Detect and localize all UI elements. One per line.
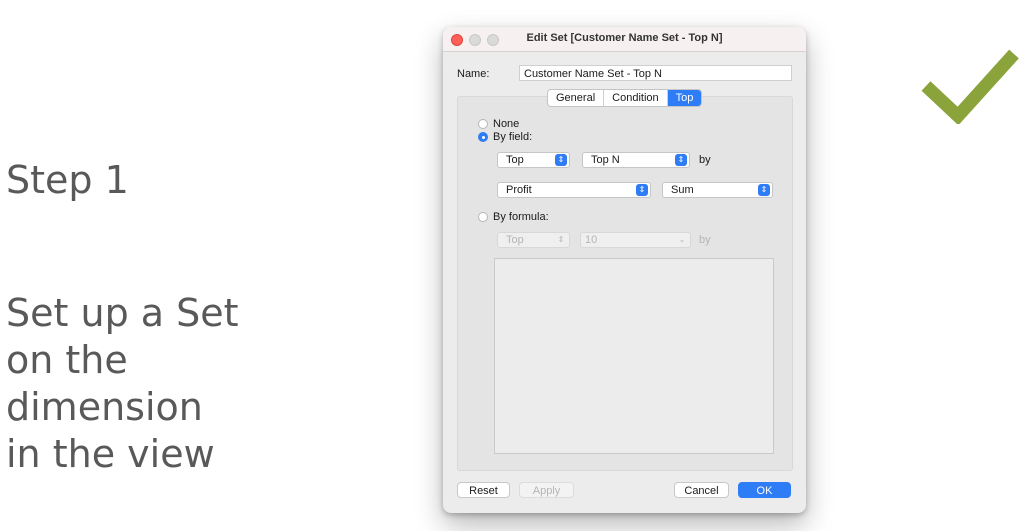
option-by-formula[interactable]: By formula: bbox=[478, 211, 549, 223]
name-label: Name: bbox=[457, 68, 490, 80]
formula-by-label: by bbox=[699, 234, 711, 246]
option-none[interactable]: None bbox=[478, 118, 519, 130]
formula-editor bbox=[494, 258, 774, 454]
description-line: dimension bbox=[6, 385, 203, 429]
radio-by-formula[interactable] bbox=[478, 212, 488, 222]
by-label: by bbox=[699, 154, 711, 166]
aggregation-value: Sum bbox=[671, 184, 694, 196]
reset-button[interactable]: Reset bbox=[457, 482, 510, 498]
top-count-select[interactable]: Top N ⇕ bbox=[582, 152, 690, 168]
formula-count-combobox: 10 ⌄ bbox=[580, 232, 691, 248]
field-value: Profit bbox=[506, 184, 532, 196]
formula-direction-value: Top bbox=[506, 234, 524, 246]
top-count-value: Top N bbox=[591, 154, 620, 166]
formula-direction-select: Top ⇕ bbox=[497, 232, 570, 248]
chevron-down-icon: ⌄ bbox=[678, 235, 686, 244]
name-input[interactable]: Customer Name Set - Top N bbox=[519, 65, 792, 81]
updown-chevron-icon: ⇕ bbox=[557, 235, 565, 244]
option-by-formula-label: By formula: bbox=[493, 211, 549, 223]
radio-by-field[interactable] bbox=[478, 132, 488, 142]
apply-button[interactable]: Apply bbox=[519, 482, 574, 498]
option-none-label: None bbox=[493, 118, 520, 130]
ok-button[interactable]: OK bbox=[738, 482, 791, 498]
tab-top[interactable]: Top bbox=[667, 90, 702, 106]
step-heading: Step 1 bbox=[6, 158, 129, 202]
top-direction-value: Top bbox=[506, 154, 524, 166]
tab-general[interactable]: General bbox=[548, 90, 605, 106]
option-by-field-label: By field: bbox=[493, 131, 533, 143]
updown-chevron-icon: ⇕ bbox=[555, 154, 567, 166]
formula-count-value: 10 bbox=[585, 234, 598, 246]
radio-none[interactable] bbox=[478, 119, 488, 129]
option-by-field[interactable]: By field: bbox=[478, 131, 532, 143]
cancel-button[interactable]: Cancel bbox=[674, 482, 729, 498]
description-line: in the view bbox=[6, 432, 215, 476]
description-line: Set up a Set bbox=[6, 291, 239, 335]
updown-chevron-icon: ⇕ bbox=[636, 184, 648, 196]
description-line: on the bbox=[6, 338, 128, 382]
dialog-title: Edit Set [Customer Name Set - Top N] bbox=[526, 32, 723, 44]
aggregation-select[interactable]: Sum ⇕ bbox=[662, 182, 773, 198]
title-bar[interactable]: Edit Set [Customer Name Set - Top N] bbox=[443, 27, 806, 52]
step-description: Set up a Set on the dimension in the vie… bbox=[6, 290, 306, 478]
tab-bar: General Condition Top bbox=[547, 89, 703, 107]
updown-chevron-icon: ⇕ bbox=[675, 154, 687, 166]
checkmark-icon bbox=[921, 49, 1019, 124]
field-select[interactable]: Profit ⇕ bbox=[497, 182, 651, 198]
tab-condition[interactable]: Condition bbox=[604, 90, 668, 106]
top-direction-select[interactable]: Top ⇕ bbox=[497, 152, 570, 168]
updown-chevron-icon: ⇕ bbox=[758, 184, 770, 196]
